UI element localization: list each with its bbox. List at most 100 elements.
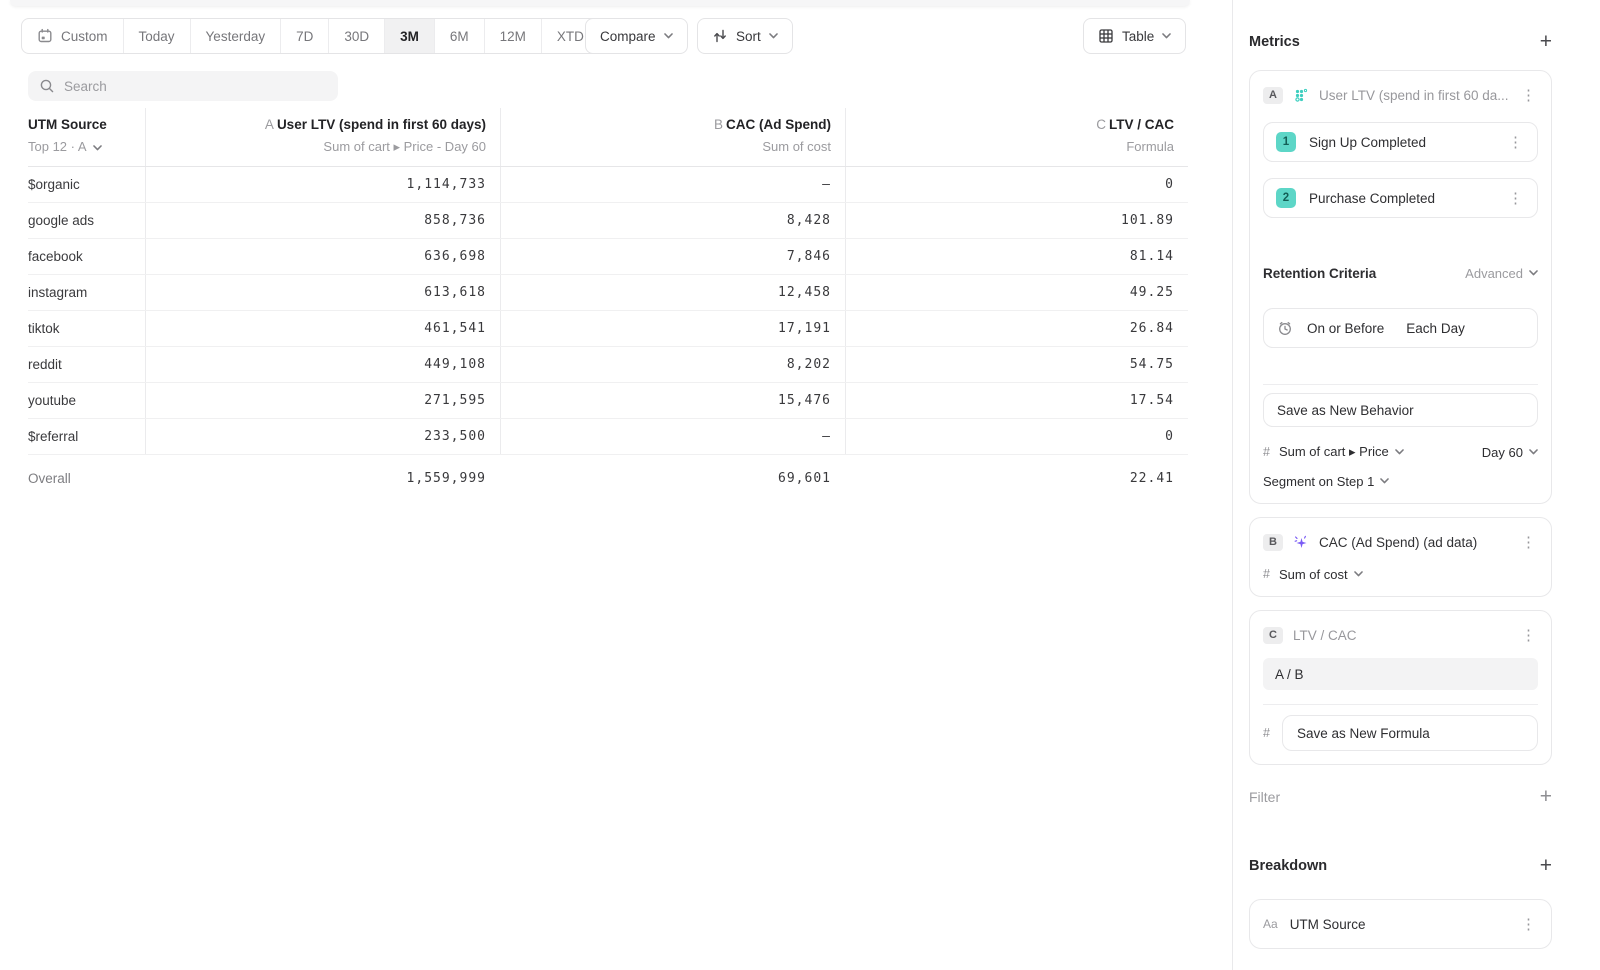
column-title: CAC (Ad Spend) bbox=[726, 117, 831, 132]
row-cac: 17,191 bbox=[500, 311, 845, 346]
row-source: reddit bbox=[28, 347, 145, 382]
behavior-step-2[interactable]: 2 Purchase Completed ⋮ bbox=[1263, 178, 1538, 218]
add-filter-button[interactable]: + bbox=[1540, 789, 1552, 805]
kebab-menu-icon[interactable]: ⋮ bbox=[1519, 88, 1538, 103]
kebab-menu-icon[interactable]: ⋮ bbox=[1506, 191, 1525, 206]
breakdown-item-utm-source[interactable]: Aa UTM Source ⋮ bbox=[1249, 899, 1552, 949]
metrics-section-header: Metrics + bbox=[1249, 34, 1552, 50]
row-cac: – bbox=[500, 167, 845, 202]
metrics-title: Metrics bbox=[1249, 34, 1300, 50]
row-source: youtube bbox=[28, 383, 145, 418]
table-row[interactable]: instagram 613,618 12,458 49.25 bbox=[28, 275, 1188, 311]
kebab-menu-icon[interactable]: ⋮ bbox=[1519, 917, 1538, 932]
table-row[interactable]: tiktok 461,541 17,191 26.84 bbox=[28, 311, 1188, 347]
table-overall-row: Overall 1,559,999 69,601 22.41 bbox=[28, 455, 1188, 501]
retention-condition-label: On or Before bbox=[1307, 321, 1384, 336]
measure-property-dropdown[interactable]: Sum of cart ▸ Price bbox=[1279, 444, 1404, 460]
row-cac: 8,428 bbox=[500, 203, 845, 238]
table-row[interactable]: facebook 636,698 7,846 81.14 bbox=[28, 239, 1188, 275]
behavior-step-1[interactable]: 1 Sign Up Completed ⋮ bbox=[1263, 122, 1538, 162]
kebab-menu-icon[interactable]: ⋮ bbox=[1519, 628, 1538, 643]
add-breakdown-button[interactable]: + bbox=[1540, 858, 1552, 874]
row-cac: 7,846 bbox=[500, 239, 845, 274]
add-metric-button[interactable]: + bbox=[1540, 34, 1552, 50]
date-range-selector: Custom Today Yesterday 7D 30D 3M 6M 12M … bbox=[21, 18, 617, 54]
chevron-down-icon bbox=[93, 145, 102, 151]
metric-card-c: C LTV / CAC ⋮ A / B # Save as New Formul… bbox=[1249, 610, 1552, 765]
date-range-custom[interactable]: Custom bbox=[22, 19, 124, 53]
metric-title: LTV / CAC bbox=[1293, 628, 1509, 643]
text-property-icon: Aa bbox=[1263, 917, 1278, 931]
metric-letter-badge: A bbox=[1263, 87, 1283, 104]
alarm-clock-icon bbox=[1277, 320, 1293, 336]
row-cac: – bbox=[500, 419, 845, 454]
toolbar: Custom Today Yesterday 7D 30D 3M 6M 12M … bbox=[0, 18, 1232, 54]
column-subtitle: Sum of cost bbox=[501, 139, 831, 154]
sort-arrows-icon bbox=[712, 28, 728, 44]
formula-input[interactable]: A / B bbox=[1263, 658, 1538, 690]
row-ltv: 233,500 bbox=[145, 419, 500, 454]
table-row[interactable]: reddit 449,108 8,202 54.75 bbox=[28, 347, 1188, 383]
measure-property-dropdown[interactable]: Sum of cost bbox=[1279, 567, 1363, 582]
retention-condition-box[interactable]: On or Before Each Day bbox=[1263, 308, 1538, 348]
row-source: facebook bbox=[28, 239, 145, 274]
save-as-new-formula-button[interactable]: Save as New Formula bbox=[1282, 715, 1538, 751]
column-header-ltv-cac[interactable]: CLTV / CAC Formula bbox=[845, 108, 1188, 166]
table-row[interactable]: youtube 271,595 15,476 17.54 bbox=[28, 383, 1188, 419]
row-source: $referral bbox=[28, 419, 145, 454]
view-type-button[interactable]: Table bbox=[1083, 18, 1186, 54]
step-number-badge: 2 bbox=[1276, 188, 1296, 208]
column-header-cac[interactable]: BCAC (Ad Spend) Sum of cost bbox=[500, 108, 845, 166]
chevron-down-icon bbox=[1380, 478, 1389, 484]
date-range-today[interactable]: Today bbox=[124, 19, 191, 53]
measure-window-dropdown[interactable]: Day 60 bbox=[1482, 445, 1538, 460]
row-ratio: 54.75 bbox=[845, 347, 1188, 382]
column-title: UTM Source bbox=[28, 117, 131, 132]
sort-button[interactable]: Sort bbox=[697, 18, 793, 54]
metric-card-b: B CAC (Ad Spend) (ad data) ⋮ # Sum of co… bbox=[1249, 517, 1552, 597]
row-cac: 15,476 bbox=[500, 383, 845, 418]
retention-advanced-dropdown[interactable]: Advanced bbox=[1465, 266, 1538, 281]
overall-cac: 69,601 bbox=[500, 455, 845, 501]
retention-unit-label: Each Day bbox=[1406, 321, 1465, 336]
chevron-down-icon bbox=[1162, 33, 1171, 39]
row-ltv: 271,595 bbox=[145, 383, 500, 418]
column-header-user-ltv[interactable]: AUser LTV (spend in first 60 days) Sum o… bbox=[145, 108, 500, 166]
row-ratio: 0 bbox=[845, 419, 1188, 454]
chevron-down-icon bbox=[1395, 449, 1404, 455]
row-ltv: 461,541 bbox=[145, 311, 500, 346]
date-range-yesterday[interactable]: Yesterday bbox=[191, 19, 282, 53]
row-ltv: 1,114,733 bbox=[145, 167, 500, 202]
date-range-12m[interactable]: 12M bbox=[485, 19, 542, 53]
table-grid-icon bbox=[1098, 28, 1114, 44]
row-cac: 12,458 bbox=[500, 275, 845, 310]
table-row[interactable]: $referral 233,500 – 0 bbox=[28, 419, 1188, 455]
overall-ratio: 22.41 bbox=[845, 455, 1188, 501]
date-range-30d[interactable]: 30D bbox=[329, 19, 385, 53]
search-input[interactable] bbox=[64, 79, 327, 94]
date-range-6m[interactable]: 6M bbox=[435, 19, 485, 53]
row-ratio: 26.84 bbox=[845, 311, 1188, 346]
app-window: Custom Today Yesterday 7D 30D 3M 6M 12M … bbox=[0, 0, 1600, 970]
table-row[interactable]: google ads 858,736 8,428 101.89 bbox=[28, 203, 1188, 239]
row-ratio: 17.54 bbox=[845, 383, 1188, 418]
retention-criteria-header: Retention Criteria Advanced bbox=[1263, 264, 1538, 282]
compare-button[interactable]: Compare bbox=[585, 18, 688, 54]
metric-title: CAC (Ad Spend) (ad data) bbox=[1319, 535, 1509, 550]
date-range-label: Custom bbox=[61, 29, 108, 44]
column-header-utm-source[interactable]: UTM Source Top 12 · A bbox=[28, 108, 145, 166]
chevron-down-icon bbox=[769, 33, 778, 39]
chevron-down-icon bbox=[1529, 270, 1538, 276]
table-row[interactable]: $organic 1,114,733 – 0 bbox=[28, 167, 1188, 203]
date-range-3m-selected[interactable]: 3M bbox=[385, 19, 435, 53]
metric-letter-badge: B bbox=[1263, 534, 1283, 551]
kebab-menu-icon[interactable]: ⋮ bbox=[1506, 135, 1525, 150]
save-as-new-behavior-button[interactable]: Save as New Behavior bbox=[1263, 393, 1538, 427]
kebab-menu-icon[interactable]: ⋮ bbox=[1519, 535, 1538, 550]
row-ltv: 858,736 bbox=[145, 203, 500, 238]
date-range-7d[interactable]: 7D bbox=[281, 19, 329, 53]
search-icon bbox=[39, 78, 55, 94]
row-source: tiktok bbox=[28, 311, 145, 346]
search-box[interactable] bbox=[28, 71, 338, 101]
segment-on-step-dropdown[interactable]: Segment on Step 1 bbox=[1263, 472, 1538, 490]
